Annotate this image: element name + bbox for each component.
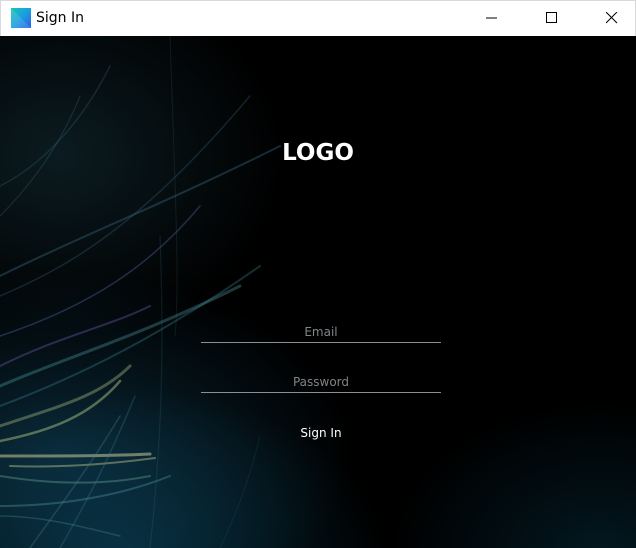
email-field[interactable] bbox=[201, 321, 441, 343]
maximize-button[interactable] bbox=[529, 1, 575, 36]
close-icon bbox=[606, 12, 618, 24]
window-title: Sign In bbox=[36, 10, 84, 26]
close-button[interactable] bbox=[589, 1, 635, 36]
background-light-streaks bbox=[0, 36, 281, 548]
sign-in-button[interactable]: Sign In bbox=[271, 422, 371, 444]
email-input[interactable] bbox=[201, 321, 441, 343]
logo-text: LOGO bbox=[282, 140, 354, 166]
minimize-button[interactable] bbox=[469, 1, 515, 36]
password-input[interactable] bbox=[201, 371, 441, 393]
title-bar: Sign In bbox=[0, 0, 636, 36]
maximize-icon bbox=[546, 12, 557, 23]
app-logo-icon bbox=[11, 8, 31, 28]
minimize-icon bbox=[486, 17, 497, 19]
password-field[interactable] bbox=[201, 371, 441, 393]
login-panel: LOGO Sign In bbox=[0, 36, 636, 548]
